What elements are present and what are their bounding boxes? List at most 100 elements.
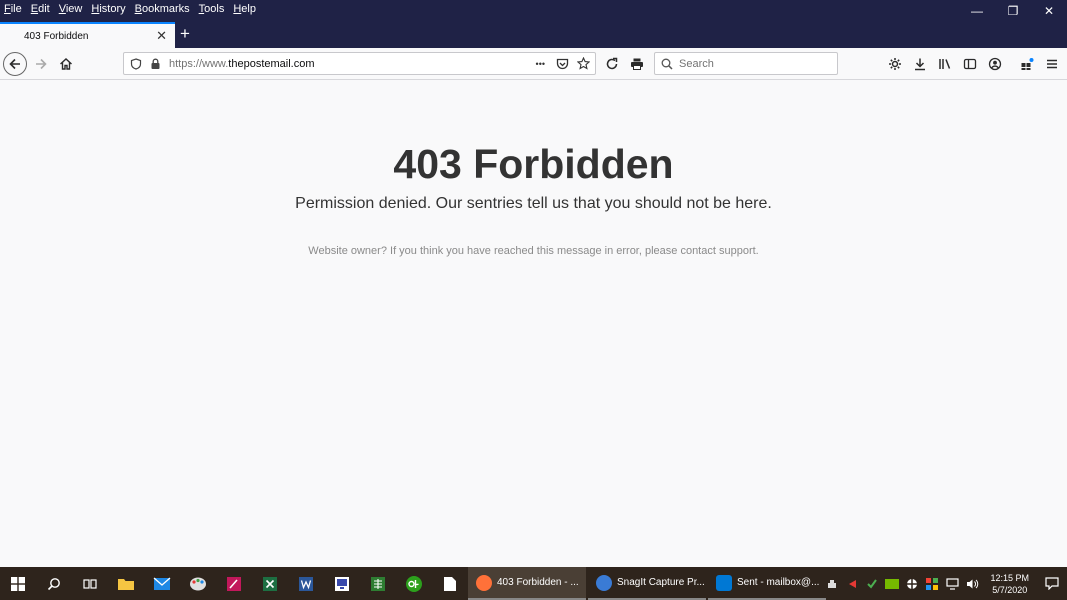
arrow-tray-icon[interactable] [842,567,862,600]
taskbar-app-firefox[interactable]: 403 Forbidden - ... [468,567,586,600]
remote-desktop-pin[interactable] [324,567,360,600]
nav-bar: https://www.thepostemail.com ••• Search [0,48,1067,80]
close-window-button[interactable]: ✕ [1031,0,1067,22]
clock[interactable]: 12:15 PM 5/7/2020 [990,572,1029,596]
apps-tray-icon[interactable] [922,567,942,600]
url-bar[interactable]: https://www.thepostemail.com ••• [123,52,596,75]
hamburger-icon [1047,59,1057,69]
excel-icon [263,576,277,591]
notifications-button[interactable] [1037,567,1067,600]
download-icon [915,58,925,71]
page-subheading: Permission denied. Our sentries tell us … [295,195,772,212]
lock-icon[interactable] [150,58,161,70]
search-placeholder: Search [679,57,714,70]
task-view-button[interactable] [72,567,108,600]
reload-button[interactable] [600,52,624,76]
printer-icon [631,58,643,70]
security-shield-icon[interactable] [902,567,922,600]
bookmark-star-icon[interactable] [577,57,590,70]
menu-history[interactable]: History [91,2,125,16]
network-drive-icon[interactable] [822,567,842,600]
menu-view[interactable]: View [59,2,83,16]
mail-icon [153,577,171,590]
taskbar-search-button[interactable] [36,567,72,600]
page-note: Website owner? If you think you have rea… [308,245,759,257]
restore-button[interactable]: ❐ [995,0,1031,22]
extensions-grid-button[interactable] [1015,52,1039,76]
outlook-icon [716,574,732,591]
page-content: 403 Forbidden Permission denied. Our sen… [0,81,1067,567]
word-icon [299,576,313,591]
gear-icon [889,58,901,70]
search-icon [661,58,673,70]
menu-edit[interactable]: Edit [31,2,50,16]
search-icon [47,577,60,590]
menu-bookmarks[interactable]: Bookmarks [135,2,190,16]
nvidia-icon[interactable] [882,567,902,600]
url-protocol: https://www. [169,57,229,70]
minimize-button[interactable]: — [959,0,995,22]
excel-pin[interactable] [252,567,288,600]
folder-icon [118,578,134,590]
menu-button[interactable] [1040,52,1064,76]
search-bar[interactable]: Search [654,52,838,75]
volume-icon[interactable] [962,567,982,600]
home-icon [60,58,72,70]
puzzle-icon [1021,58,1034,70]
publisher-pin[interactable] [216,567,252,600]
calculator-pin[interactable] [360,567,396,600]
taskbar-app-label: 403 Forbidden - ... [497,577,579,588]
taskbar-app-outlook[interactable]: Sent - mailbox@... [708,567,826,600]
pocket-icon[interactable] [556,58,569,70]
clock-time: 12:15 PM [990,572,1029,583]
tab-strip: 403 Forbidden ✕ + [0,22,1067,48]
tab-active[interactable]: 403 Forbidden ✕ [0,22,175,48]
menu-file[interactable]: File [4,2,22,16]
menu-tools[interactable]: Tools [199,2,225,16]
tab-title: 403 Forbidden [24,30,89,42]
system-tray: 12:15 PM 5/7/2020 [822,567,1067,600]
snagit-icon [596,574,612,591]
windows-logo-icon [11,576,25,591]
task-view-icon [83,578,97,589]
start-button[interactable] [0,567,36,600]
quickbooks-pin[interactable] [396,567,432,600]
spreadsheet-icon [371,576,385,591]
menu-help[interactable]: Help [233,2,256,16]
blank-file-icon [444,576,456,591]
monitor-icon [335,576,349,591]
page-actions-icon[interactable]: ••• [536,59,545,69]
forward-arrow-icon [36,58,47,70]
quickbooks-icon [406,575,422,592]
downloads-button[interactable] [908,52,932,76]
tab-close-icon[interactable]: ✕ [156,28,167,44]
word-pin[interactable] [288,567,324,600]
library-button[interactable] [933,52,957,76]
paint-pin[interactable] [180,567,216,600]
back-button[interactable] [3,52,27,76]
sidebar-button[interactable] [958,52,982,76]
mail-pin[interactable] [144,567,180,600]
palette-icon [190,577,206,590]
new-tab-button[interactable]: + [180,24,190,44]
url-text[interactable]: https://www.thepostemail.com [169,58,315,70]
url-host: thepostemail.com [228,57,315,70]
taskbar: 403 Forbidden - ... SnagIt Capture Pr...… [0,567,1067,600]
taskbar-app-snagit[interactable]: SnagIt Capture Pr... [588,567,706,600]
account-icon [988,57,1002,71]
shield-icon[interactable] [130,57,142,70]
forward-button[interactable] [29,52,53,76]
clock-date: 5/7/2020 [992,584,1028,595]
file-explorer-pin[interactable] [108,567,144,600]
checkmark-icon[interactable] [862,567,882,600]
account-button[interactable] [983,52,1007,76]
home-button[interactable] [54,52,78,76]
extension-button[interactable] [883,52,907,76]
library-icon [939,59,951,69]
notification-icon [1045,577,1059,590]
display-icon[interactable] [942,567,962,600]
firefox-icon [476,574,492,591]
page-heading: 403 Forbidden [393,141,674,187]
notepad-pin[interactable] [432,567,468,600]
print-button[interactable] [625,52,649,76]
